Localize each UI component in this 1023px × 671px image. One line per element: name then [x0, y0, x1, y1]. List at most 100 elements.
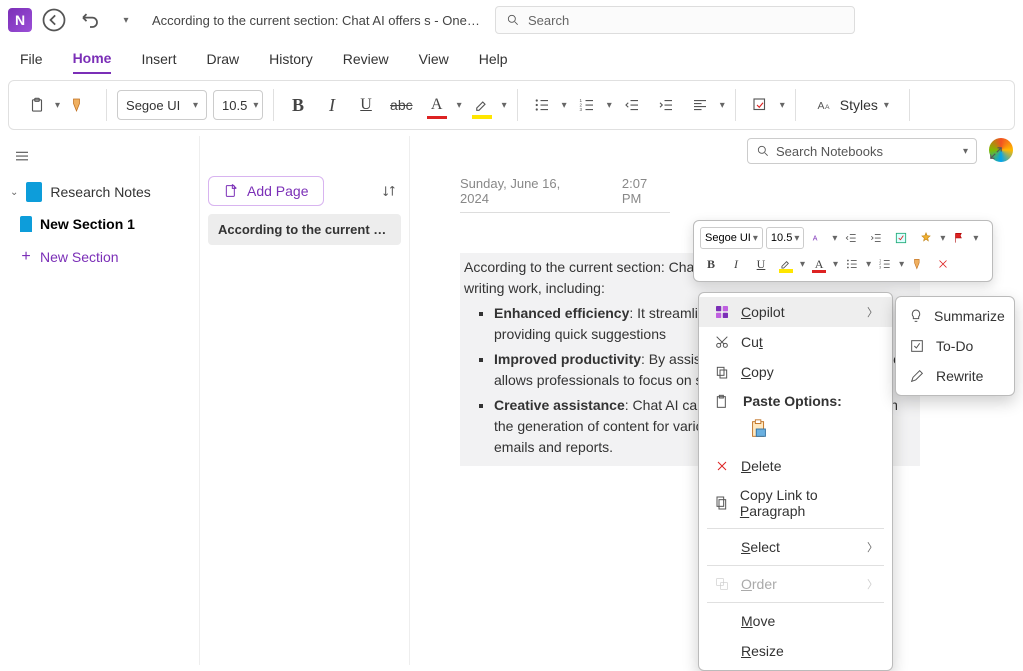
mini-highlight-menu[interactable]: ▾ [800, 259, 805, 270]
ctx-copy-link[interactable]: Copy Link to Paragraph [699, 481, 892, 525]
highlight-menu[interactable]: ▾ [502, 100, 507, 111]
sub-todo[interactable]: To-Do [896, 331, 1014, 361]
font-color-menu[interactable]: ▾ [457, 100, 462, 111]
mini-styles-button[interactable]: A [807, 227, 829, 249]
mini-highlight-button[interactable] [775, 253, 797, 275]
ctx-label: Paste Options: [743, 393, 842, 409]
sort-pages-button[interactable] [377, 179, 401, 203]
ctx-select[interactable]: Select 〉 [699, 532, 892, 562]
ctx-copilot[interactable]: Copilot 〉 [699, 297, 892, 327]
underline-button[interactable]: U [352, 89, 380, 121]
mini-italic-button[interactable]: I [725, 253, 747, 275]
bullets-menu[interactable]: ▾ [562, 100, 567, 111]
tab-view[interactable]: View [419, 45, 449, 73]
font-name-value: Segoe UI [126, 98, 180, 113]
page-time: 2:07 PM [622, 176, 670, 206]
hamburger-button[interactable] [8, 140, 36, 172]
tab-draw[interactable]: Draw [206, 45, 239, 73]
numbering-menu[interactable]: ▾ [607, 100, 612, 111]
highlight-button[interactable] [468, 89, 496, 121]
notebook-name: Research Notes [50, 184, 150, 200]
mini-fontcolor-menu[interactable]: ▾ [833, 259, 838, 270]
mini-numbering-menu[interactable]: ▾ [899, 259, 904, 270]
ctx-label: Select [741, 539, 780, 555]
mini-indent-button[interactable] [865, 227, 887, 249]
notebook-header[interactable]: ⌄ Research Notes [0, 176, 199, 208]
tab-home[interactable]: Home [73, 44, 112, 74]
mini-numbering-button[interactable]: 123 [874, 253, 896, 275]
ctx-paste-options-row [699, 411, 892, 451]
ctx-move[interactable]: Move [699, 606, 892, 636]
expand-page-button[interactable] [987, 144, 1005, 167]
global-search[interactable]: Search [495, 6, 855, 34]
sub-label: To-Do [936, 338, 973, 354]
mini-underline-button[interactable]: U [750, 253, 772, 275]
new-section-button[interactable]: + New Section [0, 240, 199, 274]
mini-flag-button[interactable] [948, 227, 970, 249]
sub-rewrite[interactable]: Rewrite [896, 361, 1014, 391]
svg-text:3: 3 [879, 266, 881, 270]
plus-icon: + [20, 248, 32, 266]
ctx-resize[interactable]: Resize [699, 636, 892, 666]
ctx-copy[interactable]: Copy [699, 357, 892, 387]
font-color-button[interactable]: A [423, 89, 451, 121]
tab-insert[interactable]: Insert [141, 45, 176, 73]
undo-button[interactable] [76, 6, 104, 34]
mini-styles-menu[interactable]: ▾ [832, 233, 837, 244]
tags-menu[interactable]: ▾ [780, 100, 785, 111]
align-button[interactable] [686, 89, 714, 121]
svg-text:A: A [825, 104, 830, 111]
format-painter-button[interactable] [64, 89, 92, 121]
mini-formatpainter-button[interactable] [907, 253, 929, 275]
page-item-active[interactable]: According to the current … [208, 214, 401, 245]
mini-font-combo[interactable]: Segoe UI▾ [700, 227, 763, 249]
tab-help[interactable]: Help [479, 45, 508, 73]
paste-keep-source-button[interactable] [743, 413, 775, 445]
tab-file[interactable]: File [20, 45, 43, 73]
ctx-paste-header: Paste Options: [699, 387, 892, 411]
styles-button[interactable]: AA Styles▾ [806, 88, 899, 122]
tags-button[interactable] [746, 89, 774, 121]
order-icon [713, 575, 731, 593]
bullets-button[interactable] [528, 89, 556, 121]
strikethrough-button[interactable]: abc [386, 89, 417, 121]
mini-todo-button[interactable] [890, 227, 912, 249]
numbering-button[interactable]: 123 [573, 89, 601, 121]
indent-button[interactable] [652, 89, 680, 121]
mini-size-combo[interactable]: 10.5▾ [766, 227, 804, 249]
paste-menu-chevron[interactable]: ▾ [55, 100, 60, 111]
paste-button[interactable] [23, 89, 51, 121]
section-item-active[interactable]: New Section 1 [0, 208, 199, 240]
ctx-cut[interactable]: Cut [699, 327, 892, 357]
mini-fontcolor-button[interactable]: A [808, 253, 830, 275]
add-page-label: Add Page [247, 183, 309, 199]
mini-bold-button[interactable]: B [700, 253, 722, 275]
delete-icon [713, 457, 731, 475]
align-menu[interactable]: ▾ [720, 100, 725, 111]
mini-bullets-button[interactable] [841, 253, 863, 275]
context-menu: Copilot 〉 Cut Copy Paste Options: Delete… [698, 292, 893, 671]
outdent-button[interactable] [618, 89, 646, 121]
customize-toolbar-button[interactable]: ▾ [112, 6, 140, 34]
font-size-combo[interactable]: 10.5▾ [213, 90, 263, 120]
checkbox-icon [908, 337, 926, 355]
font-name-combo[interactable]: Segoe UI▾ [117, 90, 207, 120]
ctx-label: Cut [741, 334, 763, 350]
mini-tags-menu[interactable]: ▾ [940, 233, 945, 244]
font-size-value: 10.5 [222, 98, 247, 113]
ctx-delete[interactable]: Delete [699, 451, 892, 481]
sub-summarize[interactable]: Summarize [896, 301, 1014, 331]
add-page-button[interactable]: Add Page [208, 176, 324, 206]
back-button[interactable] [40, 6, 68, 34]
section-label: New Section 1 [40, 216, 135, 232]
mini-delete-button[interactable] [932, 253, 954, 275]
mini-bullets-menu[interactable]: ▾ [866, 259, 871, 270]
tab-history[interactable]: History [269, 45, 313, 73]
tab-review[interactable]: Review [343, 45, 389, 73]
bold-button[interactable]: B [284, 89, 312, 121]
mini-outdent-button[interactable] [840, 227, 862, 249]
ctx-label: Delete [741, 458, 781, 474]
italic-button[interactable]: I [318, 89, 346, 121]
mini-flag-menu[interactable]: ▾ [973, 233, 978, 244]
mini-tags-button[interactable] [915, 227, 937, 249]
